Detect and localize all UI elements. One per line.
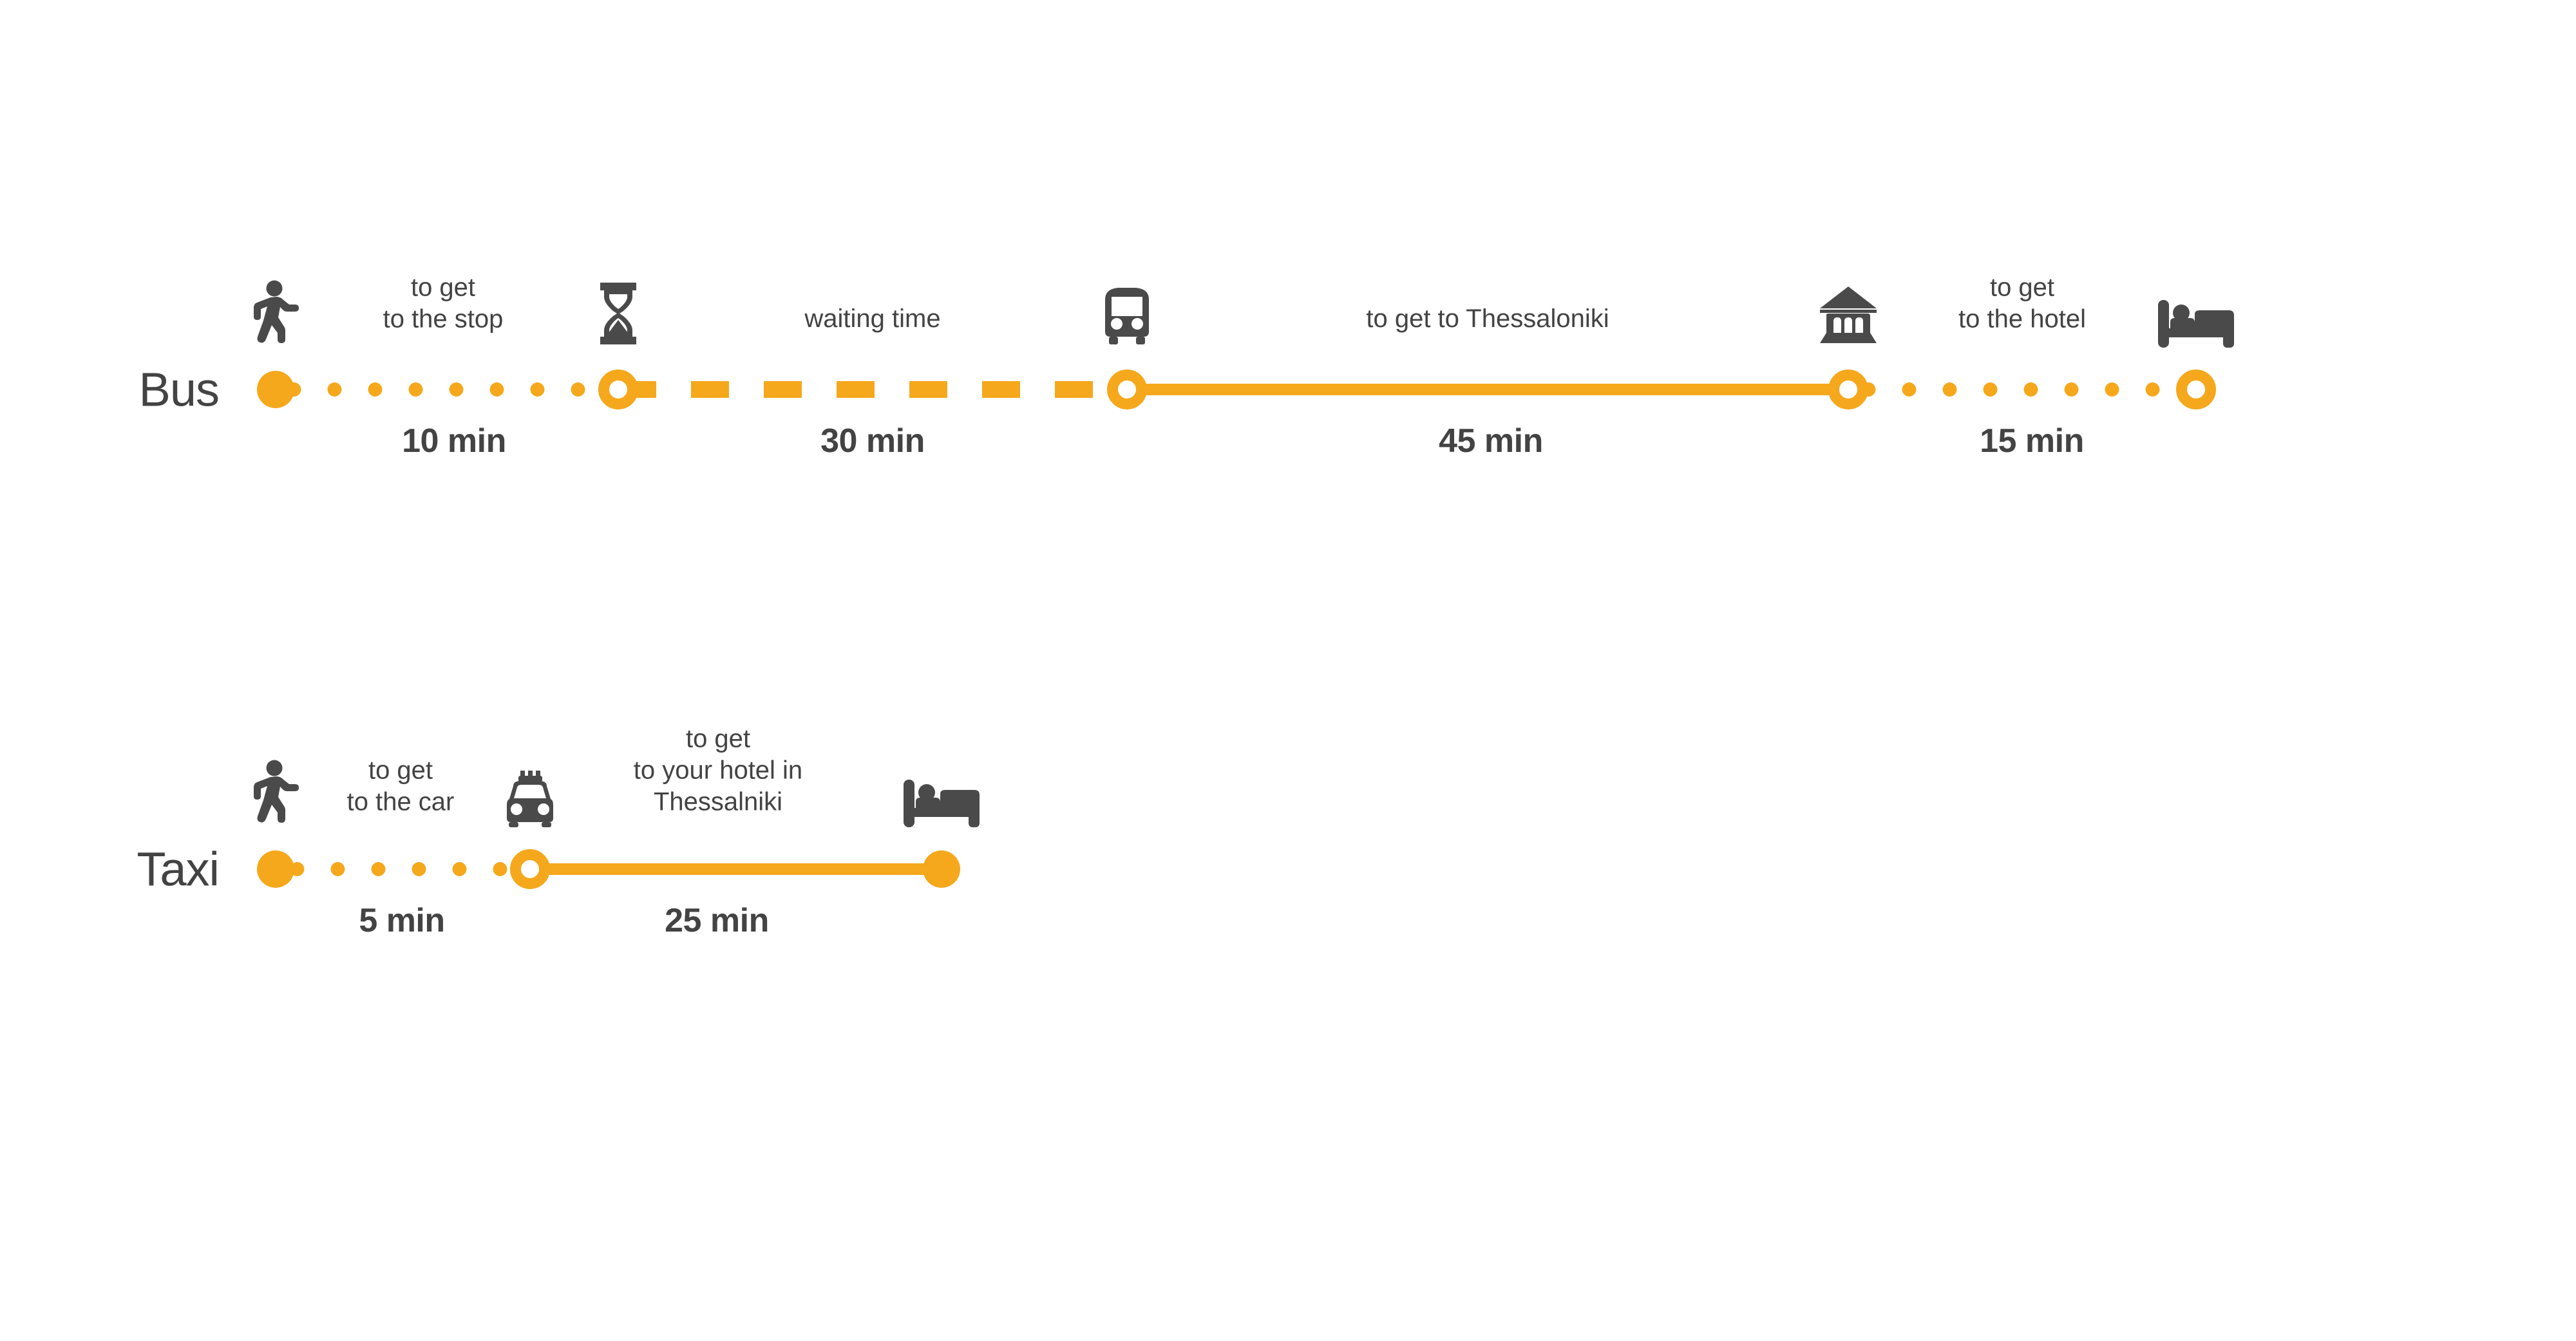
bus-segment-line-1: [274, 382, 618, 397]
bus-node-start[interactable]: [257, 371, 294, 408]
bus-segment-3-description: to get to Thessaloniki: [1366, 305, 1609, 333]
route-label-taxi: Taxi: [137, 842, 220, 896]
bank-building-icon: [1817, 285, 1879, 344]
bus-segment-2-description: waiting time: [804, 305, 941, 333]
bus-segment-3-duration: 45 min: [1439, 422, 1543, 460]
taxi-segment-2-description: to get to your hotel in Thessalniki: [633, 724, 803, 816]
route-row-bus: Bus to get to the stop waiting time to g…: [0, 0, 2576, 579]
taxi-segment-line-1: [277, 862, 531, 876]
taxi-segment-1-duration: 5 min: [359, 902, 445, 939]
bus-node-board[interactable]: [1107, 370, 1147, 409]
bus-segment-1-duration: 10 min: [402, 422, 506, 460]
bus-segment-1-description: to get to the stop: [383, 273, 504, 333]
bus-segment-4-description: to get to the hotel: [1958, 273, 2086, 333]
bus-segment-line-4: [1848, 382, 2196, 397]
taxi-segment-2-duration: 25 min: [665, 902, 769, 939]
bus-node-stop[interactable]: [598, 370, 638, 409]
bus-segment-2-duration: 30 min: [820, 422, 925, 460]
taxi-node-start[interactable]: [257, 850, 294, 888]
bus-node-arrive-city[interactable]: [1828, 370, 1868, 409]
bus-segment-line-3: [1127, 384, 1848, 395]
taxi-segment-line-2: [530, 863, 942, 875]
hourglass-icon: [595, 283, 641, 344]
taxi-node-car[interactable]: [510, 849, 550, 889]
bed-icon: [2157, 296, 2235, 348]
bus-node-hotel[interactable]: [2176, 370, 2216, 409]
walking-person-icon: [246, 280, 305, 344]
timeline-diagram: Bus to get to the stop waiting time to g…: [0, 0, 2576, 1341]
bus-segment-line-2: [618, 381, 1127, 398]
bus-icon: [1100, 285, 1154, 344]
route-label-bus: Bus: [138, 362, 220, 417]
bus-segment-4-duration: 15 min: [1980, 422, 2084, 460]
route-row-taxi: Taxi to get to the car to get to your ho…: [0, 579, 2576, 1159]
taxi-node-hotel[interactable]: [923, 850, 960, 888]
taxi-segment-1-description: to get to the car: [346, 756, 455, 816]
